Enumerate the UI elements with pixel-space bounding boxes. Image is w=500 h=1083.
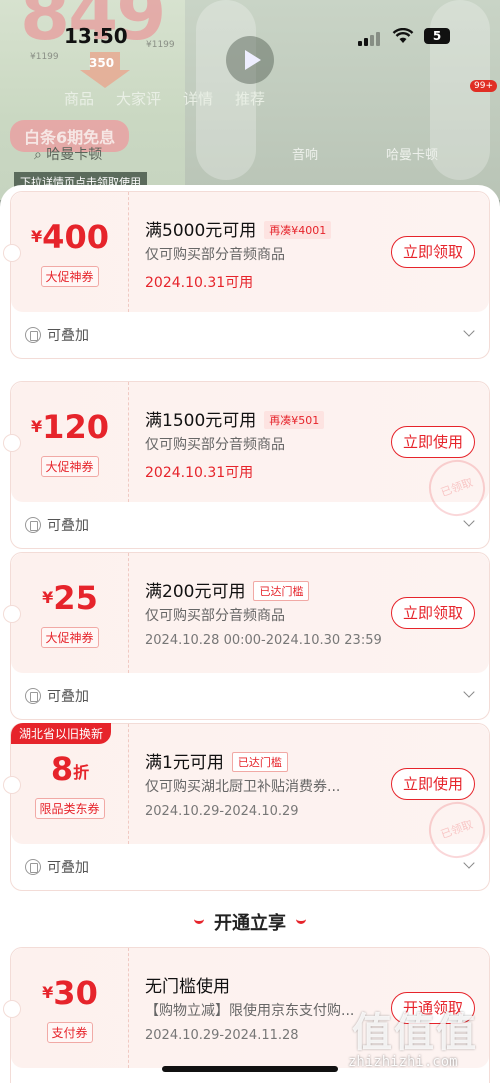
tab-details[interactable]: 详情 — [183, 88, 213, 109]
stack-row[interactable]: 可叠加 — [11, 312, 489, 358]
home-indicator[interactable] — [162, 1066, 338, 1072]
coupon-card: ¥25 大促神券 满200元可用 已达门槛 仅可购买部分音频商品 2024.10.… — [3, 552, 490, 720]
stack-icon — [25, 517, 41, 533]
coupon-amount: ¥25 — [42, 579, 98, 617]
wifi-icon — [392, 28, 414, 43]
chevron-down-icon[interactable] — [463, 325, 475, 337]
stack-icon — [25, 688, 41, 704]
smile-icon — [296, 919, 306, 924]
tab-reviews[interactable]: 大家评 — [116, 88, 161, 109]
claim-button[interactable]: 立即领取 — [391, 236, 475, 268]
stack-label: 可叠加 — [47, 328, 89, 344]
status-time: 13:50 — [64, 24, 128, 48]
coupon-body: ¥400 大促神券 满5000元可用 再凑¥4001 仅可购买部分音频商品 202… — [3, 192, 489, 312]
watermark-text: zhizhizhi.com — [348, 1054, 458, 1070]
use-button[interactable]: 立即使用 — [391, 768, 475, 800]
section-title: 开通立享 — [0, 909, 500, 935]
coupon-amount: ¥120 — [31, 408, 109, 446]
coupon-scope: 仅可购买部分音频商品 — [145, 608, 285, 624]
coupon-scope: 仅可购买湖北厨卫补贴消费券... — [145, 779, 341, 795]
coupon-type-tag: 大促神券 — [40, 456, 99, 477]
coupon-gap-chip: 再凑¥501 — [264, 411, 325, 429]
stack-label: 可叠加 — [47, 518, 89, 534]
threshold-met-chip: 已达门槛 — [253, 581, 310, 601]
coupon-body: 8折 限品类东券 湖北省以旧换新 满1元可用 已达门槛 仅可购买湖北厨卫补贴消费券… — [3, 723, 493, 866]
chevron-down-icon[interactable] — [463, 857, 475, 869]
coupon-scope: 仅可购买部分音频商品 — [145, 247, 285, 263]
stack-row[interactable]: 可叠加 — [11, 673, 489, 719]
stack-icon — [25, 859, 41, 875]
coupon-threshold: 无门槛使用 — [145, 977, 230, 997]
watermark: 值值值 zhizhizhi.com — [348, 1000, 498, 1076]
coupon-value-area: ¥30 支付券 — [11, 948, 129, 1068]
coupon-type-tag: 大促神券 — [40, 627, 99, 648]
status-bar: 13:50 5 — [0, 20, 500, 54]
threshold-met-chip: 已达门槛 — [231, 752, 288, 772]
coupon-date: 2024.10.28 00:00-2024.10.30 23:59 — [145, 633, 382, 648]
use-button[interactable]: 立即使用 — [391, 426, 475, 458]
search-query-text: 哈曼卡顿 — [46, 147, 103, 163]
coupon-body: ¥120 大促神券 满1500元可用 再凑¥501 仅可购买部分音频商品 2024… — [3, 382, 493, 524]
coupon-gap-chip: 再凑¥4001 — [264, 221, 332, 239]
search-query[interactable]: ⌕ 哈曼卡顿 — [34, 144, 102, 164]
smile-icon — [194, 919, 204, 924]
stack-icon — [25, 327, 41, 343]
product-nav-tabs: 商品 大家评 详情 推荐 — [64, 88, 265, 109]
coupon-date: 2024.10.29-2024.11.28 — [145, 1028, 299, 1043]
stack-label: 可叠加 — [47, 860, 89, 876]
stack-label: 可叠加 — [47, 689, 89, 705]
coupon-type-tag: 限品类东券 — [34, 798, 105, 819]
chevron-down-icon[interactable] — [463, 515, 475, 527]
stack-row[interactable]: 可叠加 — [11, 844, 489, 890]
banner-discount: 350 — [89, 56, 115, 70]
coupon-threshold: 满200元可用 已达门槛 — [145, 577, 310, 602]
coupon-threshold: 满5000元可用 再凑¥4001 — [145, 216, 332, 241]
coupon-date: 2024.10.29-2024.10.29 — [145, 804, 299, 819]
chevron-down-icon[interactable] — [463, 686, 475, 698]
claim-button[interactable]: 立即领取 — [391, 597, 475, 629]
trade-in-badge: 湖北省以旧换新 — [11, 723, 112, 744]
coupon-body: ¥25 大促神券 满200元可用 已达门槛 仅可购买部分音频商品 2024.10.… — [3, 553, 489, 673]
tab-product[interactable]: 商品 — [64, 88, 94, 109]
coupon-type-tag: 支付券 — [46, 1022, 93, 1043]
watermark-logo: 值值值 — [352, 1010, 478, 1056]
coupon-sheet: 优惠 ¥400 大促神券 满5000元可用再凑¥4001 仅可购买部分音频商品 … — [0, 185, 500, 1083]
coupon-value-area: ¥25 大促神券 — [11, 553, 129, 673]
coupon-date: 2024.10.31可用 — [145, 275, 254, 291]
tab-recommend[interactable]: 推荐 — [235, 88, 265, 109]
coupon-value-area: ¥400 大促神券 — [11, 192, 129, 312]
coupon-card: ¥400 大促神券 满5000元可用 再凑¥4001 仅可购买部分音频商品 202… — [3, 191, 490, 359]
related-search-term[interactable]: 音响 — [292, 144, 318, 163]
coupon-date: 2024.10.31可用 — [145, 465, 254, 481]
stack-row[interactable]: 可叠加 — [11, 502, 489, 548]
coupon-card: 8折 限品类东券 湖北省以旧换新 满1元可用 已达门槛 仅可购买湖北厨卫补贴消费券… — [3, 723, 493, 891]
coupon-type-tag: 大促神券 — [40, 266, 99, 287]
coupon-amount: ¥30 — [42, 974, 98, 1012]
coupon-value-area: ¥120 大促神券 — [11, 382, 129, 502]
coupon-threshold: 满1500元可用 再凑¥501 — [145, 406, 325, 431]
coupon-threshold: 满1元可用 已达门槛 — [145, 748, 288, 773]
cart-count-badge: 99+ — [470, 80, 497, 92]
coupon-scope: 仅可购买部分音频商品 — [145, 437, 285, 453]
coupon-amount: ¥400 — [31, 218, 109, 256]
coupon-amount: 8折 — [50, 750, 90, 788]
related-search-term[interactable]: 哈曼卡顿 — [386, 144, 438, 163]
battery-icon: 5 — [424, 28, 450, 44]
cellular-signal-icon — [358, 32, 380, 46]
coupon-card: ¥120 大促神券 满1500元可用 再凑¥501 仅可购买部分音频商品 2024… — [3, 381, 493, 549]
